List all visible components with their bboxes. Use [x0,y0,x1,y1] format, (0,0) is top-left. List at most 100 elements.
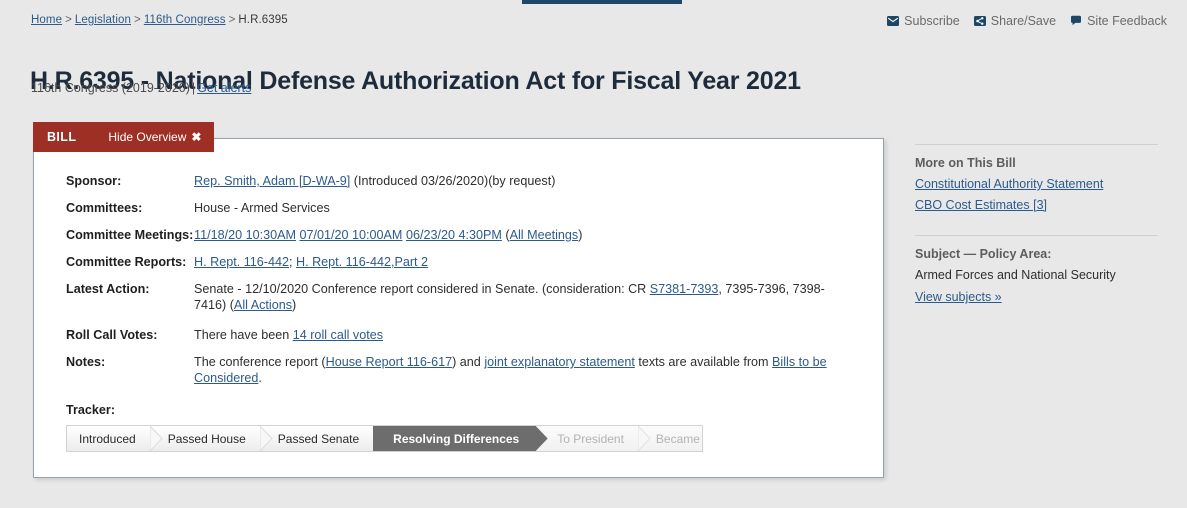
bill-tab-label: BILL [47,130,77,144]
cbo-cost-estimates-link[interactable]: CBO Cost Estimates [3] [915,198,1158,212]
utility-links: Subscribe Share/Save Site Feedback [887,14,1167,28]
bill-overview-tab: BILL Hide Overview ✖ [33,122,215,152]
envelope-icon [887,15,900,27]
bill-fields: Sponsor: Rep. Smith, Adam [D-WA-9] (Intr… [66,173,856,386]
all-meetings-link[interactable]: All Meetings [510,228,579,242]
tracker-step-label: Introduced [79,431,136,446]
speech-bubble-icon [1070,15,1082,27]
site-feedback-label: Site Feedback [1087,14,1167,28]
roll-call-votes-link[interactable]: 14 roll call votes [293,328,383,342]
breadcrumb-item-current: H.R.6395 [238,14,288,26]
tracker-step-label: Resolving Differences [393,431,520,446]
roll-call-votes-label: Roll Call Votes: [66,328,158,342]
cbo-cost-estimates-label: CBO Cost Estimates [915,198,1034,212]
committee-meeting-link[interactable]: 07/01/20 10:00AM [300,228,403,242]
congressional-record-link[interactable]: S7381-7393 [650,282,719,296]
tracker-step-to-president[interactable]: To President [535,426,651,451]
tracker-step-label: Passed House [167,431,246,446]
sponsor-intro-text: (Introduced 03/26/2020)(by request) [350,174,556,188]
breadcrumb-separator: > [228,14,236,26]
subscribe-label: Subscribe [904,14,960,28]
hide-overview-label: Hide Overview [108,130,187,144]
get-alerts-link[interactable]: Get alerts [197,81,251,95]
notes-text-1: The conference report ( [194,355,326,369]
breadcrumb-separator: > [134,14,141,26]
tracker-title: Tracker: [66,403,116,417]
sponsor-link[interactable]: Rep. Smith, Adam [D-WA-9] [194,174,350,188]
breadcrumb-item-congress[interactable]: 116th Congress [144,14,226,26]
joint-explanatory-statement-link[interactable]: joint explanatory statement [484,355,635,369]
committees-label: Committees: [66,201,143,215]
latest-action-value: Senate - 12/10/2020 Conference report co… [194,281,856,313]
sidebar-divider-top [915,144,1158,145]
tracker-section: Tracker: Introduced Passed House Passed … [66,403,856,452]
share-save-button[interactable]: Share/Save [973,14,1057,28]
chevron-right-icon [149,426,163,451]
sidebar-divider-middle [915,235,1158,236]
congress-session-label: 116th Congress (2019-2020) [31,81,190,95]
committee-reports-value: H. Rept. 116-442; H. Rept. 116-442,Part … [194,254,856,270]
committee-report-link-2[interactable]: H. Rept. 116-442,Part 2 [296,255,428,269]
tracker-step-introduced[interactable]: Introduced [67,426,163,451]
tracker-step-passed-house[interactable]: Passed House [149,426,273,451]
chevron-right-icon [637,426,651,451]
report-separator: ; [288,255,296,269]
field-row-committee-meetings: Committee Meetings: 11/18/20 10:30AM 07/… [66,227,856,243]
notes-label: Notes: [66,355,106,369]
committee-reports-label: Committee Reports: [66,255,187,269]
hide-overview-button[interactable]: Hide Overview ✖ [108,130,201,144]
house-report-link[interactable]: House Report 116-617 [326,355,452,369]
right-sidebar: More on This Bill Constitutional Authori… [915,144,1158,311]
committee-report-link-1[interactable]: H. Rept. 116-442 [194,255,289,269]
page-root: Home > Legislation >116th Congress > H.R.6395… [0,0,1187,508]
all-actions-close-paren: ) [292,298,297,312]
field-row-sponsor: Sponsor: Rep. Smith, Adam [D-WA-9] (Intr… [66,173,856,189]
site-feedback-button[interactable]: Site Feedback [1070,14,1167,28]
constitutional-authority-statement-link[interactable]: Constitutional Authority Statement [915,177,1158,191]
roll-call-votes-value: There have been 14 roll call votes [194,327,856,343]
tracker-step-label: To President [557,431,624,446]
page-subtitle: 116th Congress (2019-2020) | Get alerts [31,81,251,95]
latest-action-text-pre: Senate - 12/10/2020 Conference report co… [194,282,650,296]
committee-meeting-link[interactable]: 06/23/20 4:30PM [406,228,502,242]
breadcrumb: Home > Legislation >116th Congress > H.R.6395 [31,14,288,26]
field-row-committees: Committees: House - Armed Services [66,200,856,216]
tracker-step-label: Became Law [655,431,702,446]
breadcrumb-item-legislation[interactable]: Legislation [75,14,131,26]
committees-value: House - Armed Services [194,201,330,215]
field-row-committee-reports: Committee Reports: H. Rept. 116-442; H. … [66,254,856,270]
all-actions-link[interactable]: All Actions [234,298,292,312]
subscribe-button[interactable]: Subscribe [887,14,960,28]
subject-policy-area-heading: Subject — Policy Area: [915,247,1052,261]
notes-value: The conference report (House Report 116-… [194,354,856,386]
sponsor-value: Rep. Smith, Adam [D-WA-9] (Introduced 03… [194,173,856,189]
committee-meetings-label: Committee Meetings: [66,228,194,242]
field-row-latest-action: Latest Action: Senate - 12/10/2020 Confe… [66,281,856,313]
chevron-right-icon [535,426,548,451]
breadcrumb-item-home[interactable]: Home [31,14,62,26]
share-icon [973,15,986,27]
committee-meeting-link[interactable]: 11/18/20 10:30AM [194,228,296,242]
top-nav-tab[interactable] [522,0,682,4]
tracker-step-passed-senate[interactable]: Passed Senate [259,426,386,451]
bill-overview-card: Sponsor: Rep. Smith, Adam [D-WA-9] (Intr… [33,138,884,478]
view-subjects-link[interactable]: View subjects » [915,290,1158,304]
more-on-this-bill-heading: More on This Bill [915,156,1016,170]
roll-call-text: There have been [194,328,293,342]
tracker-step-resolving-differences[interactable]: Resolving Differences [373,426,548,451]
share-save-label: Share/Save [990,14,1057,28]
committee-meetings-value: 11/18/20 10:30AM 07/01/20 10:00AM 06/23/… [194,227,856,243]
all-meetings-close-paren: ) [578,228,583,242]
cbo-cost-estimates-count: [3] [1033,198,1047,212]
latest-action-label: Latest Action: [66,282,150,296]
field-row-roll-call-votes: Roll Call Votes: There have been 14 roll… [66,327,856,343]
notes-text-4: . [258,371,262,385]
breadcrumb-separator: > [65,14,72,26]
notes-text-3: texts are available from [634,355,773,369]
field-row-notes: Notes: The conference report (House Repo… [66,354,856,386]
tracker-step-label: Passed Senate [277,431,360,446]
bill-progress-tracker: Introduced Passed House Passed Senate Re… [66,425,703,452]
close-icon: ✖ [191,130,202,144]
subject-policy-area-value: Armed Forces and National Security [915,268,1116,282]
